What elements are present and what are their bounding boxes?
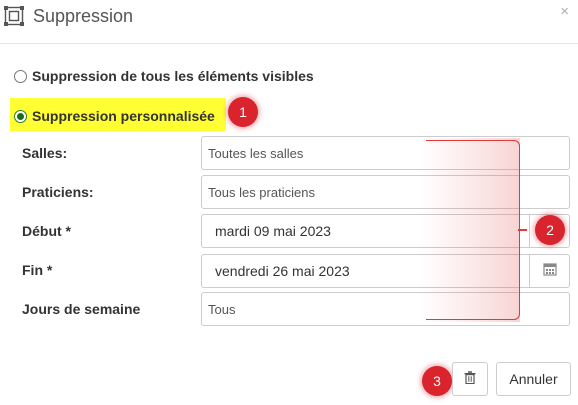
radio-label-all-visible: Suppression de tous les éléments visible… bbox=[32, 68, 314, 84]
dialog-header: Suppression × bbox=[0, 0, 578, 44]
annotation-bracket-tick bbox=[518, 229, 527, 231]
calendar-icon bbox=[542, 262, 557, 281]
start-date-label: Début * bbox=[22, 223, 71, 239]
weekdays-select[interactable]: Tous bbox=[201, 292, 570, 326]
rooms-select[interactable]: Toutes les salles bbox=[201, 136, 570, 170]
practitioners-select[interactable]: Tous les praticiens bbox=[201, 175, 570, 209]
radio-custom-delete[interactable]: Suppression personnalisée bbox=[14, 108, 215, 124]
dialog-title: Suppression bbox=[33, 6, 134, 26]
annotation-badge-1: 1 bbox=[228, 97, 258, 127]
start-date-input[interactable]: mardi 09 mai 2023 bbox=[201, 214, 530, 248]
cancel-button[interactable]: Annuler bbox=[496, 362, 571, 396]
dialog-window-icon bbox=[4, 6, 24, 26]
annotation-badge-2: 2 bbox=[535, 215, 565, 245]
radio-button-custom[interactable] bbox=[14, 109, 27, 123]
radio-delete-all-visible[interactable]: Suppression de tous les éléments visible… bbox=[14, 68, 314, 84]
close-icon[interactable]: × bbox=[560, 3, 569, 21]
radio-button-all-visible[interactable] bbox=[14, 69, 27, 83]
end-date-label: Fin * bbox=[22, 262, 53, 278]
trash-icon bbox=[464, 371, 476, 387]
rooms-label: Salles: bbox=[22, 145, 68, 161]
annotation-badge-3: 3 bbox=[422, 366, 452, 396]
delete-button[interactable] bbox=[452, 362, 488, 396]
radio-label-custom: Suppression personnalisée bbox=[32, 108, 215, 124]
weekdays-label: Jours de semaine bbox=[22, 301, 141, 317]
end-date-calendar-button[interactable] bbox=[529, 254, 570, 288]
end-date-input[interactable]: vendredi 26 mai 2023 bbox=[201, 254, 530, 288]
practitioners-label: Praticiens: bbox=[22, 184, 94, 200]
